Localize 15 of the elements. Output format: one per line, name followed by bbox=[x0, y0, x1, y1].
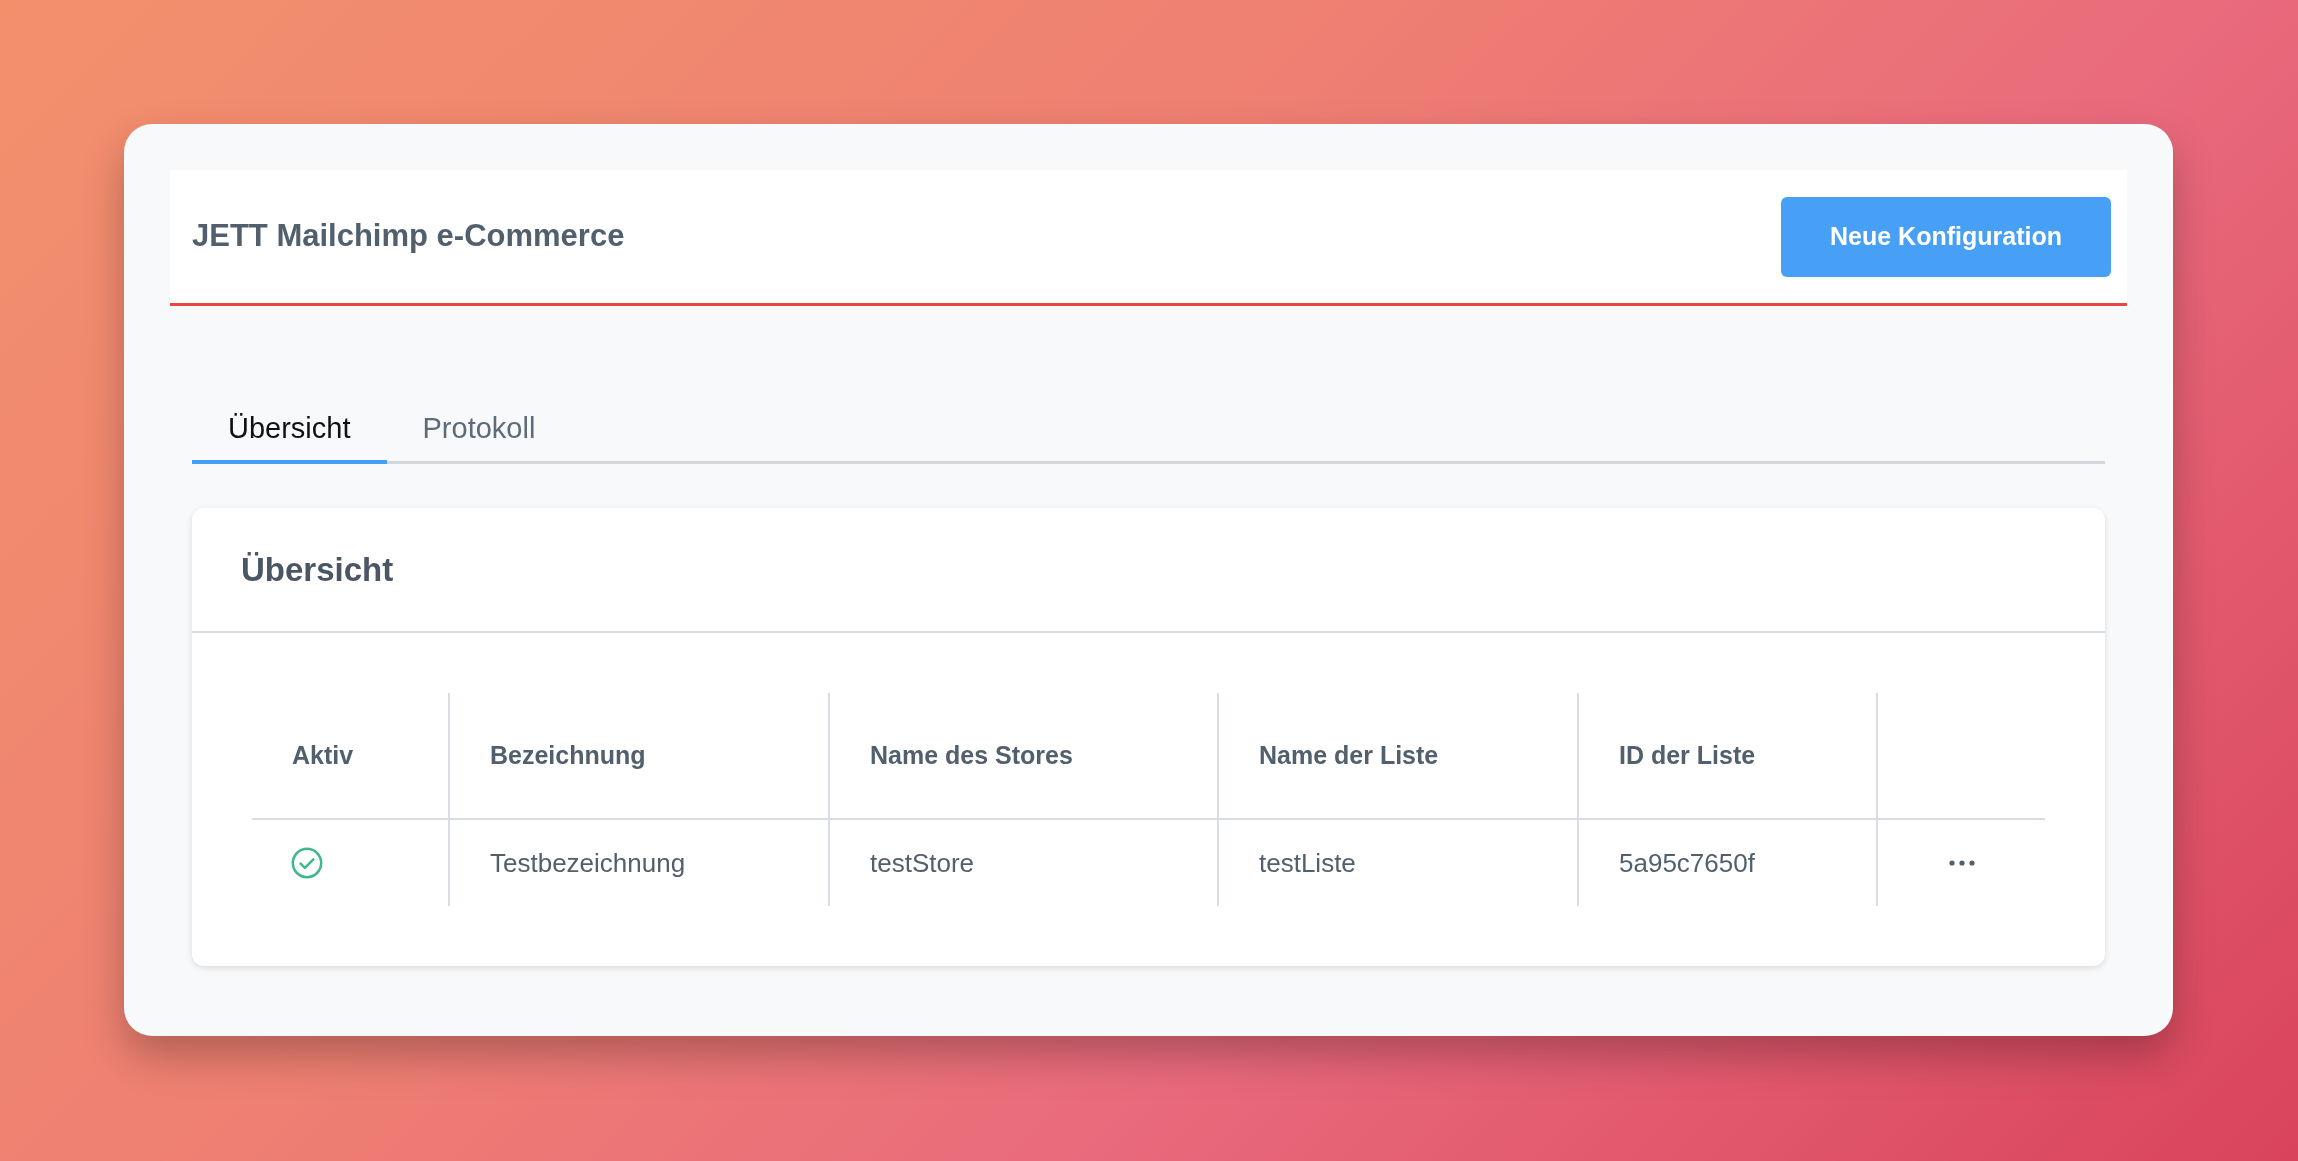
panel-title: Übersicht bbox=[241, 549, 394, 590]
new-configuration-button[interactable]: Neue Konfiguration bbox=[1781, 196, 2111, 277]
table-cell-text: testListe bbox=[1259, 846, 1356, 880]
tab[interactable]: Protokoll bbox=[386, 398, 572, 464]
column-header: ID der Liste bbox=[1619, 739, 1756, 771]
table-cell-text: Testbezeichnung bbox=[490, 846, 686, 880]
more-icon[interactable] bbox=[1948, 860, 1975, 866]
app-title: JETT Mailchimp e-Commerce bbox=[192, 217, 625, 256]
column-header: Name der Liste bbox=[1259, 739, 1439, 771]
column-header: Name des Stores bbox=[870, 739, 1073, 771]
tab[interactable]: Übersicht bbox=[192, 398, 387, 464]
column-header: Aktiv bbox=[292, 739, 354, 771]
table-cell-text: testStore bbox=[870, 846, 975, 880]
table-cell-text: 5a95c7650f bbox=[1619, 846, 1755, 880]
column-header: Bezeichnung bbox=[490, 739, 646, 771]
